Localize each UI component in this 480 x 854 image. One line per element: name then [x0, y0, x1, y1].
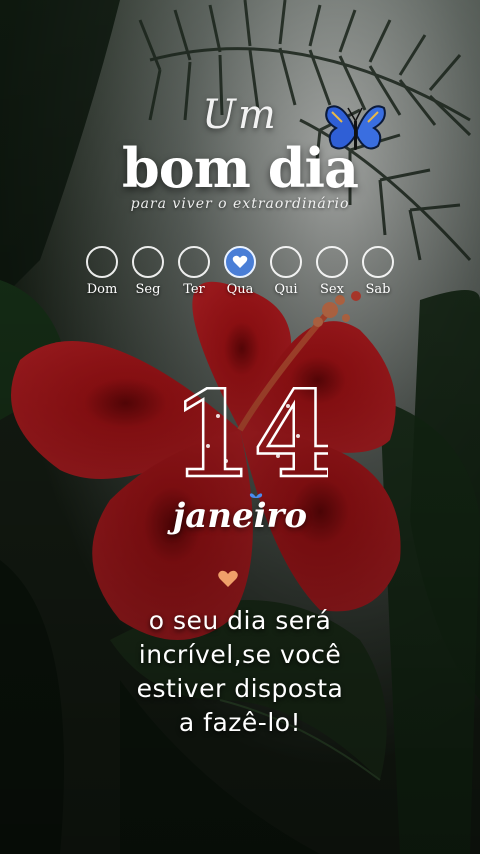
heart-icon: [218, 570, 238, 587]
message-line: incrível,se você: [138, 640, 342, 669]
wallpaper-overlay: Um bom dia para viver o extraordinário D…: [0, 0, 480, 854]
message-line: o seu dia será: [148, 606, 332, 635]
day-dom[interactable]: Dom: [82, 246, 122, 297]
message-line: estiver disposta: [136, 674, 344, 703]
day-label: Sab: [365, 282, 391, 297]
butterfly-icon: [325, 105, 386, 150]
weekday-selector: Dom Seg Ter Qua Qui Sex Sab: [82, 246, 398, 310]
main-title: bom dia: [122, 136, 359, 200]
day-circle-selected: [224, 246, 256, 278]
day-seg[interactable]: Seg: [128, 246, 168, 297]
day-label: Qui: [274, 282, 298, 297]
month-label: janeiro: [172, 496, 308, 536]
day-circle: [316, 246, 348, 278]
day-qua[interactable]: Qua: [220, 246, 260, 297]
day-circle: [270, 246, 302, 278]
day-sab[interactable]: Sab: [358, 246, 398, 297]
day-qui[interactable]: Qui: [266, 246, 306, 297]
day-sex[interactable]: Sex: [312, 246, 352, 297]
day-circle: [178, 246, 210, 278]
subtitle: para viver o extraordinário: [130, 196, 350, 212]
day-circle: [132, 246, 164, 278]
day-label: Seg: [135, 282, 161, 297]
day-label: Qua: [226, 282, 254, 297]
day-circle: [362, 246, 394, 278]
motivational-message: o seu dia será incrível,se você estiver …: [80, 604, 400, 740]
day-circle: [86, 246, 118, 278]
day-label: Dom: [86, 282, 118, 297]
message-line: a fazê-lo!: [178, 708, 302, 737]
heart-icon: [232, 255, 248, 268]
day-number-text: 14: [178, 376, 328, 486]
day-number: 14: [178, 376, 328, 486]
day-ter[interactable]: Ter: [174, 246, 214, 297]
script-title: Um: [202, 92, 278, 138]
day-label: Ter: [183, 282, 205, 297]
day-label: Sex: [320, 282, 344, 297]
